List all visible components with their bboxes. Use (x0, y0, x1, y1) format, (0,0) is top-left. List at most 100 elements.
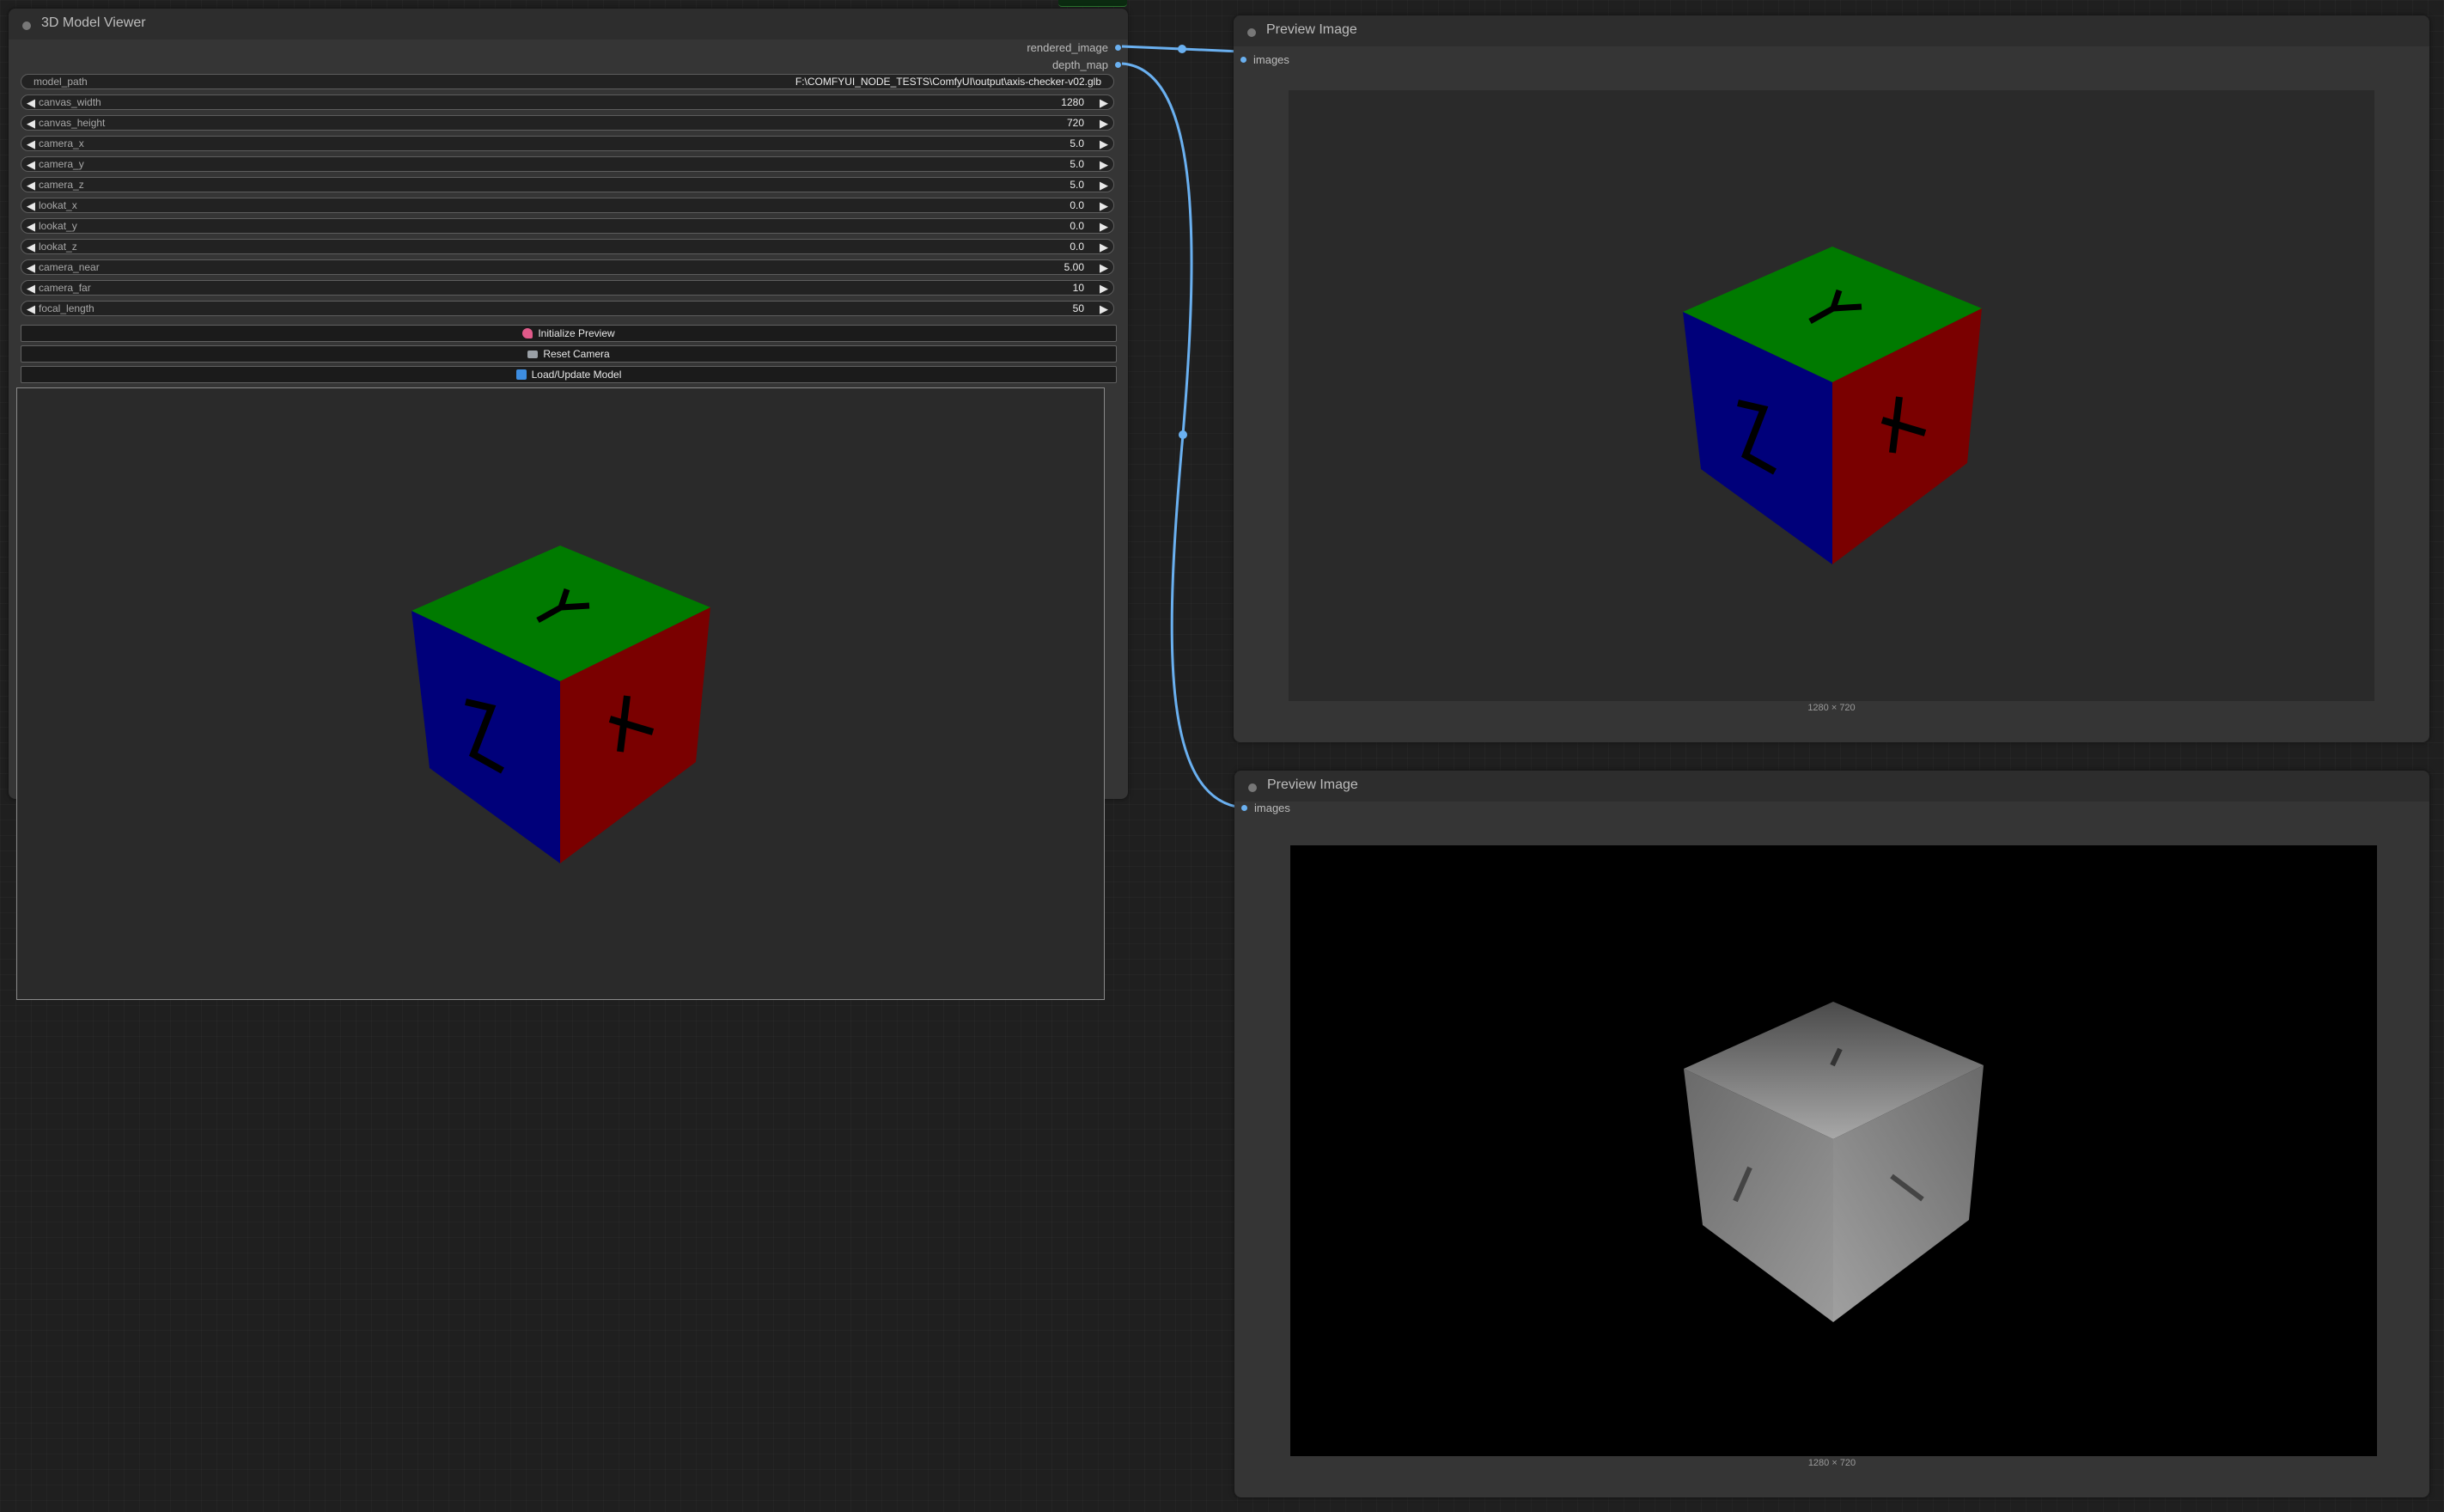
reset-camera-button[interactable]: Reset Camera (21, 345, 1117, 363)
decrement-arrow-icon[interactable]: ◀ (27, 95, 35, 110)
image-size-label: 1280 × 720 (1807, 1458, 1856, 1468)
widget-value: 0.0 (1070, 241, 1084, 253)
widget-value: 50 (1072, 302, 1084, 314)
rocket-icon (522, 328, 533, 338)
widget-name: camera_x (39, 137, 84, 149)
node-header[interactable]: Preview Image (1234, 771, 2429, 802)
camera-z-widget[interactable]: ◀ camera_z 5.0 ▶ (21, 177, 1114, 192)
increment-arrow-icon[interactable]: ▶ (1100, 116, 1108, 131)
decrement-arrow-icon[interactable]: ◀ (27, 198, 35, 213)
load-update-model-button[interactable]: Load/Update Model (21, 366, 1117, 383)
input-label: images (1253, 52, 1289, 66)
depth-preview-image[interactable] (1290, 845, 2377, 1456)
input-images[interactable]: images (1240, 52, 1289, 67)
widget-name: lookat_z (39, 241, 77, 253)
preview-image-node-1[interactable]: Preview Image images 1280 × 720 (1234, 15, 2429, 742)
link-depth-map (1121, 62, 1243, 809)
widget-name: camera_far (39, 282, 91, 294)
widget-name: canvas_width (39, 96, 101, 108)
refresh-icon (515, 369, 527, 380)
widget-value: 1280 (1061, 96, 1084, 108)
model-path-input[interactable]: model_path F:\COMFYUI_NODE_TESTS\ComfyUI… (21, 74, 1114, 89)
widget-name: model_path (34, 76, 88, 88)
output-slot-icon[interactable] (1115, 44, 1121, 51)
decrement-arrow-icon[interactable]: ◀ (27, 219, 35, 234)
widget-name: camera_near (39, 261, 100, 273)
widget-value: 10 (1072, 282, 1084, 294)
increment-arrow-icon[interactable]: ▶ (1100, 240, 1108, 254)
preview-image-node-2[interactable]: Preview Image images 1280 × 720 (1234, 771, 2429, 1497)
collapse-dot-icon[interactable] (22, 21, 31, 30)
increment-arrow-icon[interactable]: ▶ (1100, 260, 1108, 275)
increment-arrow-icon[interactable]: ▶ (1100, 137, 1108, 151)
increment-arrow-icon[interactable]: ▶ (1100, 95, 1108, 110)
cube-render (1683, 247, 1982, 564)
decrement-arrow-icon[interactable]: ◀ (27, 157, 35, 172)
node-title: 3D Model Viewer (41, 15, 146, 30)
increment-arrow-icon[interactable]: ▶ (1100, 157, 1108, 172)
collapse-dot-icon[interactable] (1248, 783, 1257, 792)
widget-name: canvas_height (39, 117, 106, 129)
decrement-arrow-icon[interactable]: ◀ (27, 260, 35, 275)
increment-arrow-icon[interactable]: ▶ (1100, 178, 1108, 192)
output-slot-icon[interactable] (1115, 61, 1121, 68)
increment-arrow-icon[interactable]: ▶ (1100, 281, 1108, 296)
input-images[interactable]: images (1241, 800, 1290, 815)
widget-value: 0.0 (1070, 199, 1084, 211)
output-rendered-image[interactable]: rendered_image (1027, 40, 1121, 55)
widget-value: 5.00 (1064, 261, 1084, 273)
node-title: Preview Image (1267, 777, 1358, 792)
widget-value: 720 (1066, 117, 1084, 129)
button-label: Initialize Preview (538, 327, 615, 339)
button-label: Load/Update Model (531, 369, 622, 381)
decrement-arrow-icon[interactable]: ◀ (27, 281, 35, 296)
button-label: Reset Camera (543, 348, 610, 360)
node-header[interactable]: 3D Model Viewer (9, 9, 1128, 40)
depth-cube-render (1684, 1002, 1984, 1322)
camera-far-widget[interactable]: ◀ camera_far 10 ▶ (21, 280, 1114, 296)
input-label: images (1254, 801, 1290, 814)
decrement-arrow-icon[interactable]: ◀ (27, 178, 35, 192)
widget-value: 5.0 (1070, 158, 1084, 170)
widget-value: 0.0 (1070, 220, 1084, 232)
initialize-preview-button[interactable]: Initialize Preview (21, 325, 1117, 342)
decrement-arrow-icon[interactable]: ◀ (27, 240, 35, 254)
increment-arrow-icon[interactable]: ▶ (1100, 219, 1108, 234)
preview-image[interactable] (1289, 90, 2374, 701)
output-label: rendered_image (1027, 40, 1108, 54)
lookat-x-widget[interactable]: ◀ lookat_x 0.0 ▶ (21, 198, 1114, 213)
status-badge (1058, 0, 1127, 7)
decrement-arrow-icon[interactable]: ◀ (27, 116, 35, 131)
camera-near-widget[interactable]: ◀ camera_near 5.00 ▶ (21, 259, 1114, 275)
lookat-z-widget[interactable]: ◀ lookat_z 0.0 ▶ (21, 239, 1114, 254)
widget-value: 5.0 (1070, 137, 1084, 149)
increment-arrow-icon[interactable]: ▶ (1100, 198, 1108, 213)
lookat-y-widget[interactable]: ◀ lookat_y 0.0 ▶ (21, 218, 1114, 234)
widget-value: 5.0 (1070, 179, 1084, 191)
widget-name: camera_z (39, 179, 84, 191)
focal-length-widget[interactable]: ◀ focal_length 50 ▶ (21, 301, 1114, 316)
widget-name: lookat_y (39, 220, 77, 232)
widget-name: camera_y (39, 158, 84, 170)
canvas-width-widget[interactable]: ◀ canvas_width 1280 ▶ (21, 94, 1114, 110)
output-label: depth_map (1051, 58, 1108, 71)
node-title: Preview Image (1266, 22, 1357, 37)
image-size-label: 1280 × 720 (1807, 703, 1856, 713)
camera-icon (527, 350, 539, 358)
input-slot-icon[interactable] (1241, 804, 1247, 811)
node-header[interactable]: Preview Image (1234, 15, 2429, 46)
decrement-arrow-icon[interactable]: ◀ (27, 302, 35, 316)
camera-x-widget[interactable]: ◀ camera_x 5.0 ▶ (21, 136, 1114, 151)
output-depth-map[interactable]: depth_map (1052, 57, 1121, 72)
3d-viewport-canvas[interactable] (16, 387, 1105, 1000)
camera-y-widget[interactable]: ◀ camera_y 5.0 ▶ (21, 156, 1114, 172)
input-slot-icon[interactable] (1240, 56, 1246, 63)
decrement-arrow-icon[interactable]: ◀ (27, 137, 35, 151)
widget-value: F:\COMFYUI_NODE_TESTS\ComfyUI\output\axi… (795, 76, 1101, 88)
link-rendered-image (1121, 45, 1241, 53)
collapse-dot-icon[interactable] (1247, 28, 1256, 37)
increment-arrow-icon[interactable]: ▶ (1100, 302, 1108, 316)
canvas-height-widget[interactable]: ◀ canvas_height 720 ▶ (21, 115, 1114, 131)
widget-name: lookat_x (39, 199, 77, 211)
widget-name: focal_length (39, 302, 94, 314)
